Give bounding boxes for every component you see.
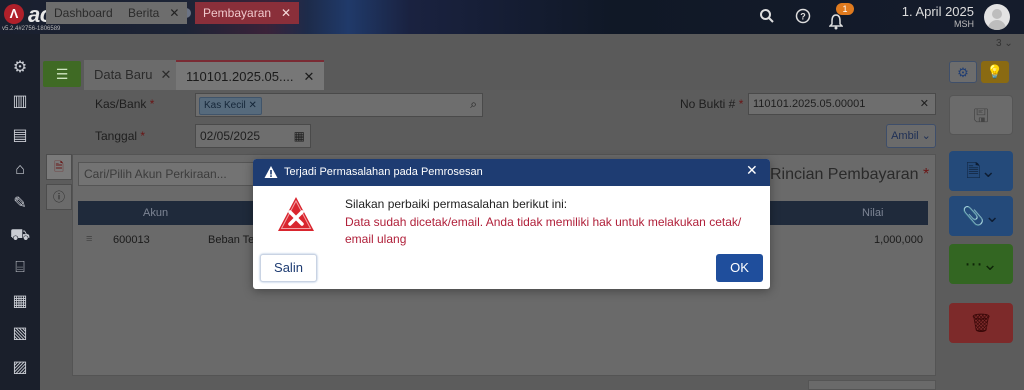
cell-akun[interactable]: 600013 xyxy=(113,234,150,246)
drag-handle-icon[interactable]: ≡ xyxy=(86,233,92,245)
user-name: MSH xyxy=(954,19,974,29)
more-icon[interactable]: ⋯⌄ xyxy=(949,244,1013,284)
kas-bank-chip: Kas Kecil ✕ xyxy=(199,97,262,115)
subtab-new[interactable]: Data Baru ✕ xyxy=(84,60,182,90)
cart-icon[interactable]: ⛟ xyxy=(10,226,30,246)
tab-berita[interactable]: Berita ✕ xyxy=(120,2,188,24)
tab-pembayaran[interactable]: Pembayaran ✕ xyxy=(195,2,300,24)
tanggal-field[interactable]: 02/05/2025 ▦ xyxy=(195,124,311,148)
no-bukti-value: 110101.2025.05.00001 xyxy=(753,98,866,110)
cell-nama[interactable]: Beban Te xyxy=(208,234,254,246)
dialog-error-message: Data sudah dicetak/email. Anda tidak mem… xyxy=(345,215,742,246)
search-icon[interactable]: ⌕ xyxy=(470,97,477,112)
error-icon xyxy=(278,197,314,231)
search-icon[interactable] xyxy=(759,8,775,28)
gear-icon[interactable]: ⚙ xyxy=(949,61,977,83)
tanggal-label: Tanggal * xyxy=(95,129,146,143)
tab-bar xyxy=(40,34,1024,58)
close-icon[interactable]: ✕ xyxy=(746,162,758,179)
list-icon[interactable]: ☰ xyxy=(43,61,81,87)
copy-button[interactable]: Salin xyxy=(260,254,317,282)
calendar-icon[interactable]: ▦ xyxy=(294,125,305,147)
attachment-icon[interactable]: 📎⌄ xyxy=(949,196,1013,236)
kas-bank-field[interactable]: Kas Kecil ✕ ⌕ xyxy=(195,93,483,117)
save-icon[interactable]: 🖫 xyxy=(949,95,1013,135)
no-bukti-label: No Bukti # * xyxy=(680,97,744,111)
sidebar: ⚙ ▥ ▤ ⌂ ✎ ⛟ ⌸ ▦ ▧ ▨ xyxy=(0,34,40,390)
dialog-header: Terjadi Permasalahan pada Pemrosesan ✕ xyxy=(253,159,770,186)
info-icon[interactable]: ⓘ xyxy=(46,184,72,210)
inventory-icon[interactable]: ▦ xyxy=(10,292,30,312)
subtab-label: Data Baru xyxy=(94,67,153,82)
footer-strip xyxy=(808,380,936,390)
avatar[interactable] xyxy=(984,4,1010,30)
document-icon[interactable]: ▨ xyxy=(10,358,30,378)
close-icon[interactable]: ✕ xyxy=(281,6,291,20)
error-dialog: Terjadi Permasalahan pada Pemrosesan ✕ S… xyxy=(253,159,770,289)
column-akun: Akun xyxy=(143,207,169,219)
tab-dashboard[interactable]: Dashboard xyxy=(46,2,121,24)
close-icon[interactable]: ✕ xyxy=(303,69,314,84)
warning-icon xyxy=(264,166,278,178)
ok-button[interactable]: OK xyxy=(716,254,763,282)
svg-text:?: ? xyxy=(800,12,806,22)
subtab-current[interactable]: 110101.2025.05.... ✕ xyxy=(176,60,325,90)
no-bukti-field[interactable]: 110101.2025.05.00001 ✕ xyxy=(748,93,936,115)
clear-icon[interactable]: ✕ xyxy=(920,94,929,114)
delete-icon[interactable]: 🗑 xyxy=(949,303,1013,343)
tab-label: Berita xyxy=(128,6,160,20)
app-version: v5.2.4#2756-1806589 xyxy=(2,26,61,32)
print-icon[interactable]: 🗎⌄ xyxy=(949,151,1013,191)
company-icon[interactable]: ▥ xyxy=(10,92,30,112)
column-nilai: Nilai xyxy=(862,207,884,219)
close-icon[interactable]: ✕ xyxy=(169,6,179,20)
kas-bank-label: Kas/Bank * xyxy=(95,97,155,111)
dialog-title: Terjadi Permasalahan pada Pemrosesan xyxy=(284,166,483,178)
bell-icon[interactable] xyxy=(828,14,844,34)
sales-icon[interactable]: ✎ xyxy=(10,194,30,214)
section-title: Rincian Pembayaran * xyxy=(770,166,930,183)
bulb-icon[interactable]: 💡 xyxy=(981,61,1009,83)
dialog-intro: Silakan perbaiki permasalahan berikut in… xyxy=(345,197,568,211)
report-icon[interactable]: ▧ xyxy=(10,324,30,344)
tab-label: Pembayaran xyxy=(203,6,272,20)
close-icon[interactable]: ✕ xyxy=(161,67,172,82)
bank-icon[interactable]: ⌂ xyxy=(10,160,30,180)
detail-side-tabs: 🗎 ⓘ xyxy=(46,154,72,214)
tab-label: Dashboard xyxy=(54,6,113,20)
ambil-button[interactable]: Ambil ⌄ xyxy=(886,124,936,148)
detail-list-icon[interactable]: 🗎 xyxy=(46,154,72,180)
account-search-input[interactable]: Cari/Pilih Akun Perkiraan... xyxy=(78,162,278,186)
logo-icon: Λ xyxy=(4,4,24,24)
settings-icon[interactable]: ⚙ xyxy=(10,58,30,78)
subtab-label: 110101.2025.05.... xyxy=(186,69,294,84)
tanggal-value: 02/05/2025 xyxy=(200,129,261,143)
ledger-icon[interactable]: ▤ xyxy=(10,126,30,146)
cell-nilai[interactable]: 1,000,000 xyxy=(874,234,923,246)
current-date: 1. April 2025 xyxy=(901,4,974,19)
purchase-icon[interactable]: ⌸ xyxy=(10,258,30,278)
notification-badge: 1 xyxy=(836,3,854,15)
help-icon[interactable]: ? xyxy=(795,8,811,28)
tab-count[interactable]: 3 ⌄ xyxy=(996,38,1013,49)
